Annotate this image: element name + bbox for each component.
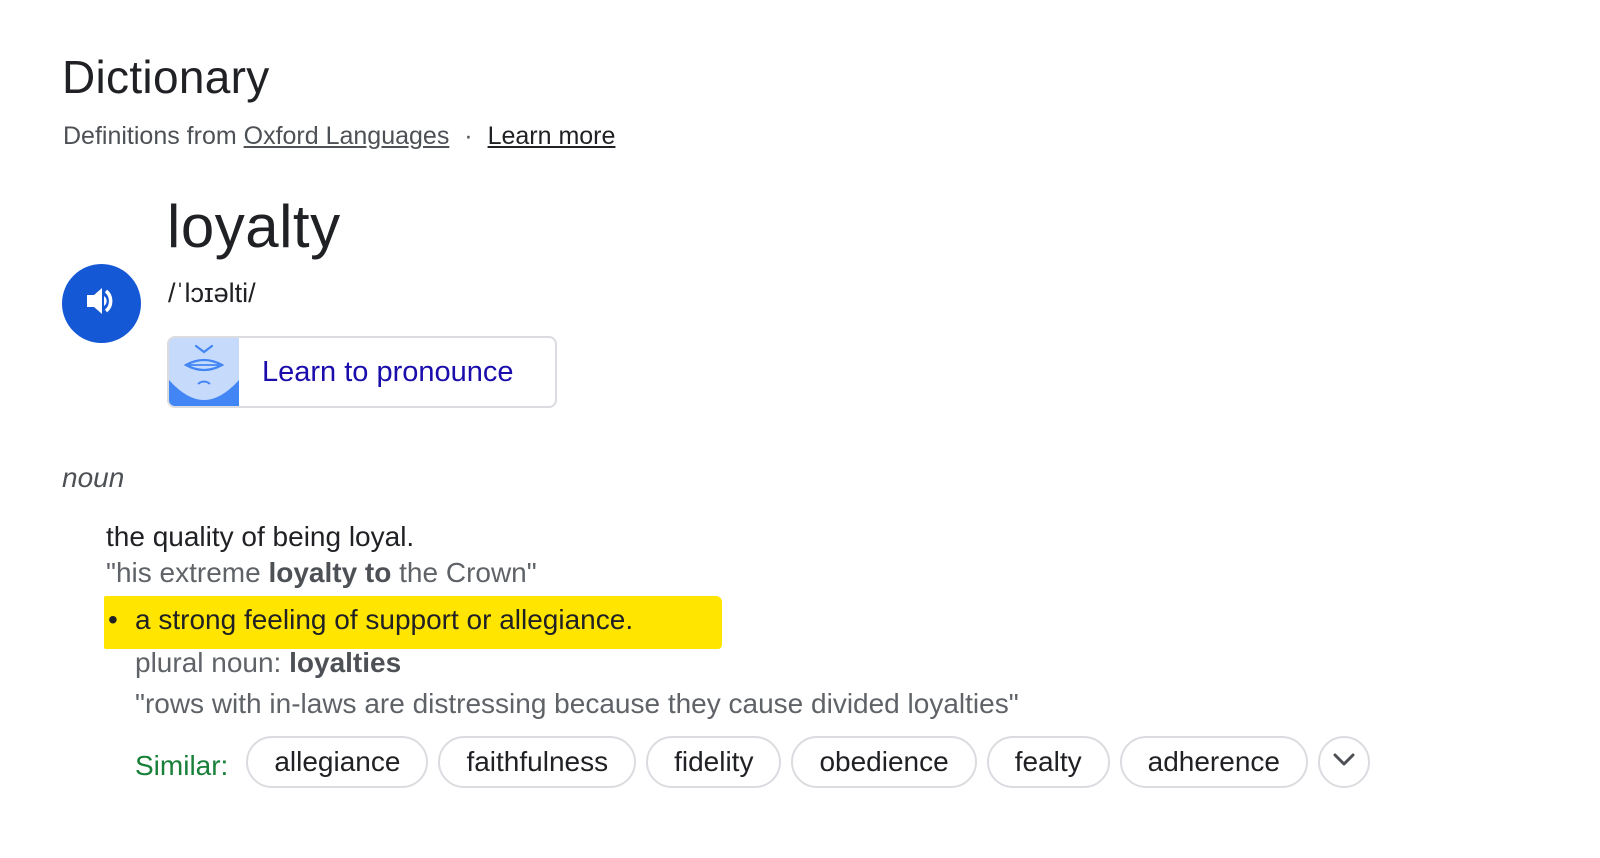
bullet: • [108, 604, 118, 635]
similar-chip-allegiance[interactable]: allegiance [246, 736, 429, 788]
play-pronunciation-button[interactable] [62, 264, 141, 343]
similar-label: Similar: [135, 750, 229, 781]
source-prefix: Definitions from [63, 122, 237, 150]
chevron-down-icon [1332, 752, 1356, 773]
dictionary-title: Dictionary [62, 51, 270, 103]
expand-similar-button[interactable] [1317, 736, 1370, 788]
definitions-source: Definitions from Oxford Languages · Lear… [63, 122, 615, 151]
plural-form: plural noun: loyalties [135, 647, 401, 679]
example-text: the Crown" [391, 557, 537, 588]
definition-2: • a strong feeling of support or allegian… [108, 604, 633, 636]
headword: loyalty [167, 193, 341, 260]
similar-chip-obedience[interactable]: obedience [791, 736, 977, 788]
similar-chip-faithfulness[interactable]: faithfulness [438, 736, 637, 788]
similar-words: Similar: allegiance faithfulness fidelit… [135, 736, 1370, 788]
example-2: "rows with in-laws are distressing becau… [135, 688, 1019, 719]
learn-more-link[interactable]: Learn more [488, 122, 616, 150]
separator: · [464, 122, 473, 150]
similar-chip-fidelity[interactable]: fidelity [646, 736, 782, 788]
part-of-speech: noun [62, 462, 125, 493]
plural-label: plural noun: [135, 647, 282, 678]
learn-to-pronounce-button[interactable]: Learn to pronounce [167, 336, 557, 408]
similar-chip-fealty[interactable]: fealty [986, 736, 1110, 788]
oxford-languages-link[interactable]: Oxford Languages [244, 122, 450, 150]
phonetic-spelling: /ˈlɔɪəlti/ [168, 278, 256, 308]
example-emphasis: loyalty to [268, 557, 392, 588]
speaker-icon [82, 281, 122, 326]
plural-value: loyalties [289, 647, 402, 678]
definition-1: the quality of being loyal. [106, 521, 415, 552]
lips-face-icon [169, 338, 239, 406]
learn-to-pronounce-label: Learn to pronounce [262, 355, 514, 388]
definition-2-text: a strong feeling of support or allegianc… [135, 604, 634, 635]
example-text: "his extreme [106, 557, 269, 588]
similar-chip-adherence[interactable]: adherence [1119, 736, 1308, 788]
example-1: "his extreme loyalty to the Crown" [106, 557, 537, 589]
